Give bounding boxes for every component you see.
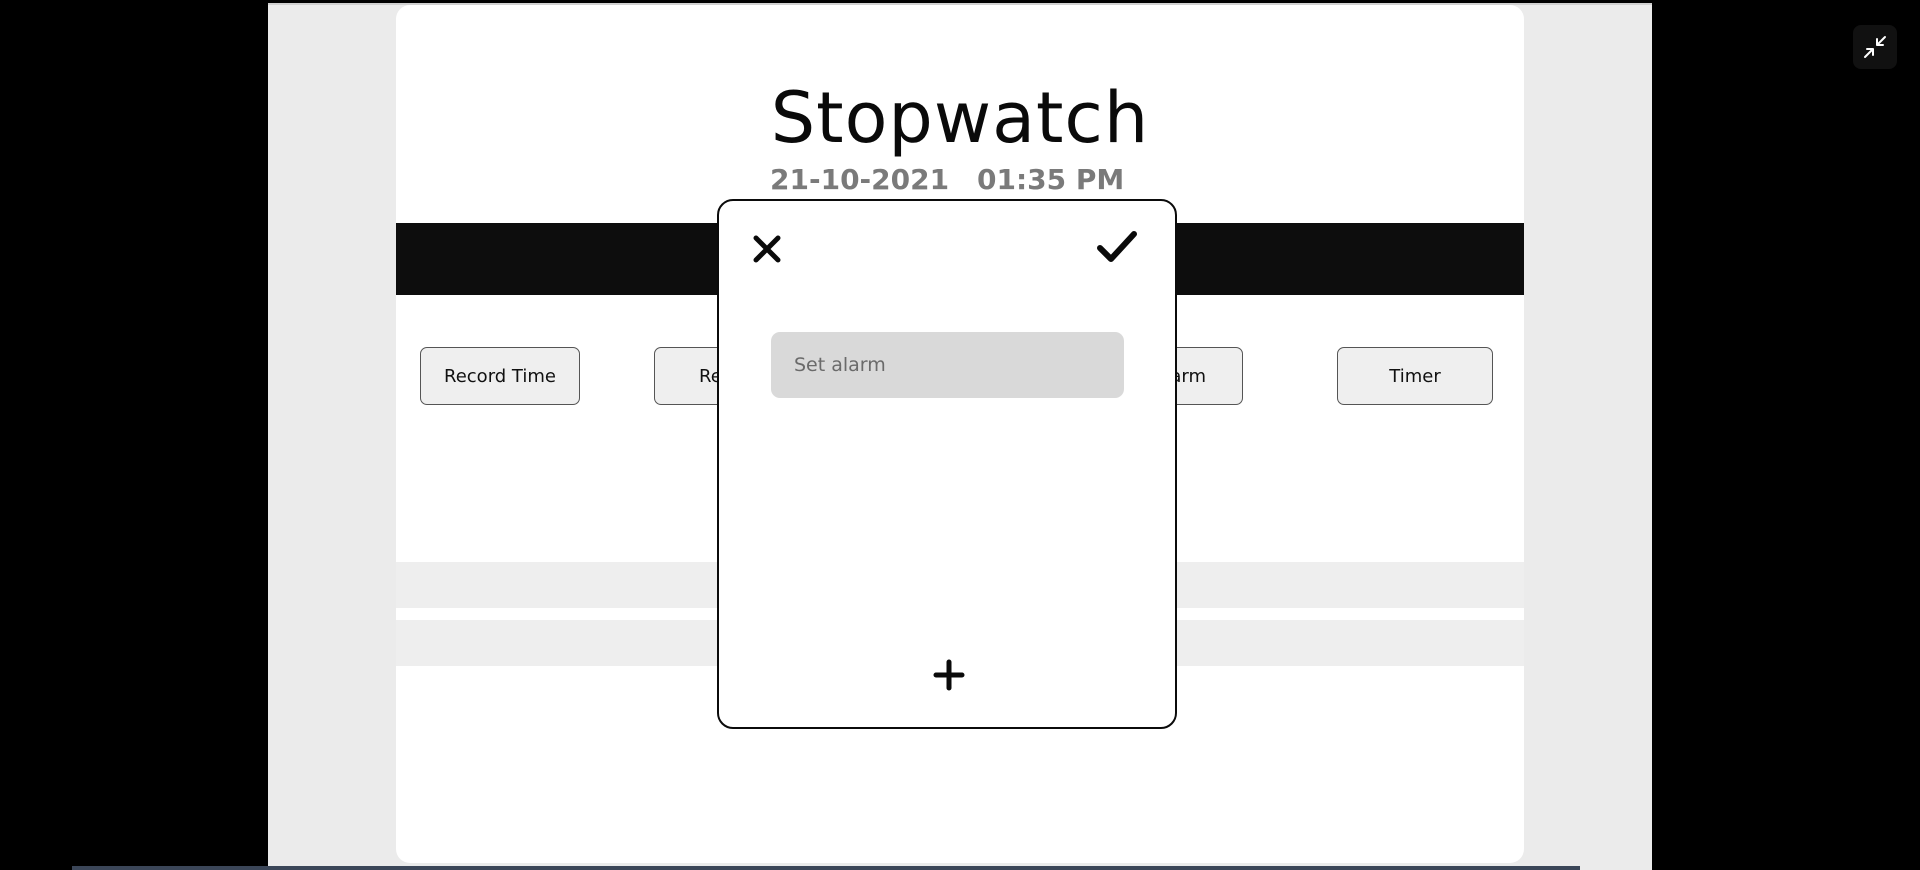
exit-fullscreen-button[interactable] [1853, 25, 1897, 69]
record-time-button[interactable]: Record Time [420, 347, 580, 405]
confirm-button[interactable] [1095, 227, 1139, 267]
close-icon [753, 235, 781, 263]
set-alarm-dialog [717, 199, 1177, 729]
page-title: Stopwatch [770, 77, 1150, 159]
plus-icon [933, 659, 965, 691]
timer-button[interactable]: Timer [1337, 347, 1493, 405]
current-time: 01:35 PM [977, 163, 1125, 196]
check-icon [1097, 231, 1137, 262]
set-alarm-input[interactable] [771, 332, 1124, 398]
collapse-icon [1864, 36, 1886, 58]
add-alarm-button[interactable] [931, 657, 967, 693]
screen: Stopwatch 21-10-2021 01:35 PM Record Tim… [0, 0, 1920, 870]
current-date: 21-10-2021 [770, 163, 950, 196]
taskbar-edge [72, 866, 1580, 870]
close-button[interactable] [749, 231, 785, 267]
